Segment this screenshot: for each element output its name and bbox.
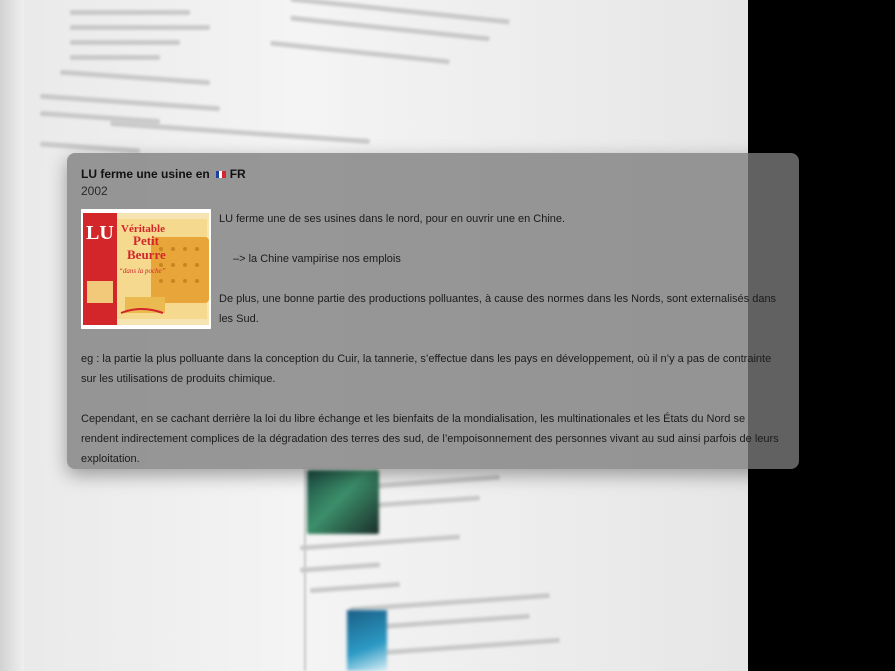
divider [304,468,306,671]
lu-logo: LU [86,222,114,244]
page-edge [0,0,24,671]
lu-line3: Beurre [127,247,166,262]
event-detail-popup[interactable]: LU ferme une usine en FR 2002 LU Véritab… [67,153,799,469]
popup-year: 2002 [81,184,108,198]
paragraph: LU ferme une de ses usines dans le nord,… [219,213,566,225]
lu-biscuit-image: LU Véritable Petit Beurre “dans la poche… [81,209,211,329]
country-code: FR [229,167,246,181]
paragraph: –> la Chine vampirise nos emplois [233,253,401,265]
paragraph: Cependant, en se cachant derrière la loi… [81,413,779,465]
popup-title: LU ferme une usine en [81,167,210,181]
text-beside-image: LU ferme une de ses usines dans le nord,… [219,209,785,329]
lu-tagline: “dans la poche” [119,267,166,275]
popup-title-row: LU ferme une usine en FR [81,167,785,182]
popup-content: LU Véritable Petit Beurre “dans la poche… [81,209,785,469]
thumbnail-image [307,470,379,534]
lu-line2: Petit [133,233,160,248]
paragraph: De plus, une bonne partie des production… [219,293,777,325]
france-flag-icon [215,171,226,178]
thumbnail-image [347,610,387,671]
paragraph: eg : la partie la plus polluante dans la… [81,353,772,385]
lu-package-illustration: LU Véritable Petit Beurre “dans la poche… [81,209,211,329]
